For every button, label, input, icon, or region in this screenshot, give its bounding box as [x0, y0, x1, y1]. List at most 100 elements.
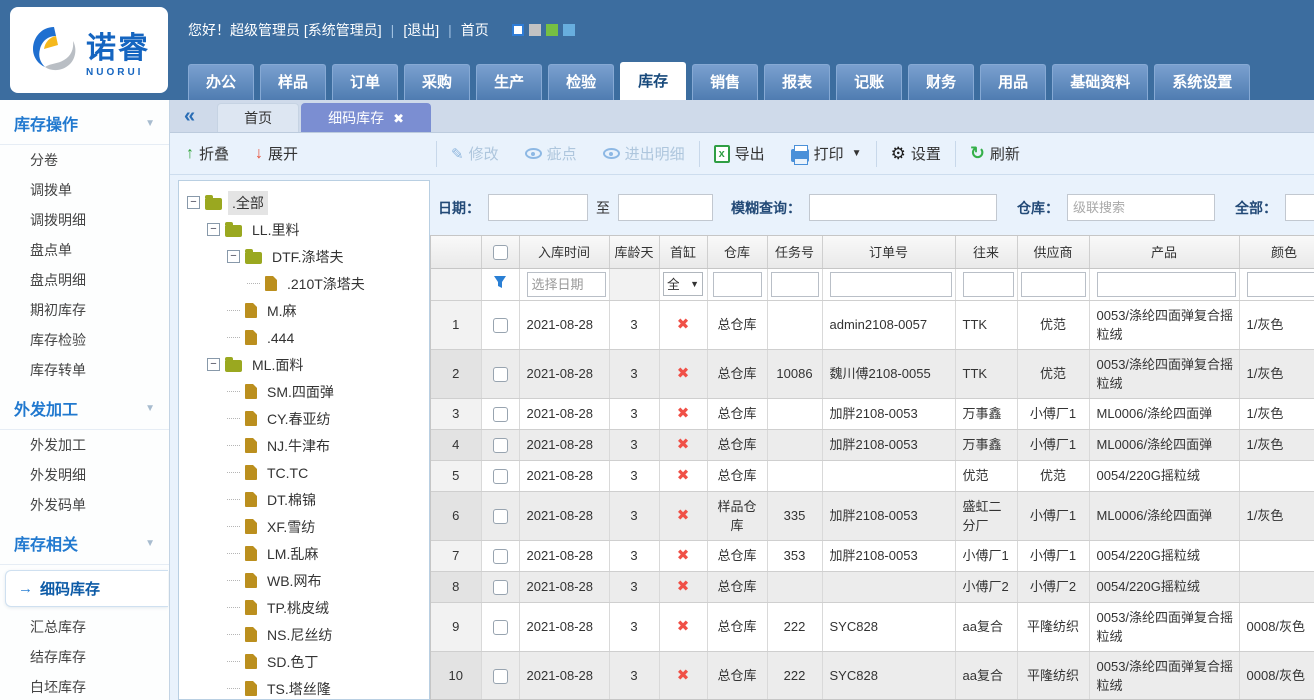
nav-tab-14[interactable]: 系统设置: [1154, 64, 1250, 100]
theme-swatch-icon[interactable]: [546, 24, 558, 36]
theme-swatch-icon[interactable]: [529, 24, 541, 36]
tree-node[interactable]: −ML.面料: [185, 351, 429, 378]
table-row[interactable]: 32021-08-283✖总仓库加胖2108-0053万事鑫小傅厂1ML0006…: [431, 398, 1314, 429]
table-row[interactable]: 102021-08-283✖总仓库222SYC828aa复合平隆纺织0053/涤…: [431, 651, 1314, 700]
sidebar-item[interactable]: 外发明细: [0, 460, 169, 490]
column-header-num[interactable]: [431, 236, 481, 268]
nav-tab-8[interactable]: 销售: [692, 64, 758, 100]
nav-tab-13[interactable]: 基础资料: [1052, 64, 1148, 100]
nav-tab-2[interactable]: 样品: [260, 64, 326, 100]
filter-funnel-icon[interactable]: [493, 275, 507, 294]
tab-ximakucun[interactable]: 细码库存 ✖: [301, 103, 431, 132]
theme-swatch-icon[interactable]: [563, 24, 575, 36]
tab-home[interactable]: 首页: [217, 103, 299, 132]
nav-tab-4[interactable]: 采购: [404, 64, 470, 100]
tree-node[interactable]: NJ.牛津布: [185, 432, 429, 459]
sidebar-item[interactable]: 分卷: [0, 145, 169, 175]
column-filter-input-task[interactable]: [771, 272, 819, 297]
column-header-date[interactable]: 入库时间: [519, 236, 609, 268]
sidebar-item-active[interactable]: →细码库存: [5, 570, 168, 607]
table-row[interactable]: 92021-08-283✖总仓库222SYC828aa复合平隆纺织0053/涤纶…: [431, 602, 1314, 651]
column-header-contact[interactable]: 往来: [955, 236, 1017, 268]
row-checkbox[interactable]: [493, 469, 508, 484]
nav-tab-5[interactable]: 生产: [476, 64, 542, 100]
edit-button[interactable]: ✎ 修改: [451, 143, 499, 164]
column-filter-input-contact[interactable]: [963, 272, 1014, 297]
sidebar-item[interactable]: 外发码单: [0, 490, 169, 520]
select-all-checkbox[interactable]: [493, 245, 508, 260]
nav-tab-1[interactable]: 办公: [188, 64, 254, 100]
row-checkbox[interactable]: [493, 438, 508, 453]
tree-expander-icon[interactable]: −: [227, 250, 240, 263]
column-header-wh[interactable]: 仓库: [707, 236, 767, 268]
tree-node[interactable]: LM.乱麻: [185, 540, 429, 567]
row-checkbox[interactable]: [493, 549, 508, 564]
tree-node[interactable]: DT.棉锦: [185, 486, 429, 513]
sidebar-item[interactable]: 库存转单: [0, 355, 169, 385]
export-button[interactable]: x 导出: [714, 143, 765, 164]
settings-button[interactable]: ⚙ 设置: [891, 143, 941, 164]
column-filter-input-color[interactable]: [1247, 272, 1314, 297]
tree-node[interactable]: M.麻: [185, 297, 429, 324]
sidebar-section-header[interactable]: 外发加工▼: [0, 385, 169, 430]
column-filter-input-order[interactable]: [830, 272, 952, 297]
nav-tab-7[interactable]: 库存: [620, 62, 686, 100]
sidebar-section-header[interactable]: 库存相关▼: [0, 520, 169, 565]
row-checkbox[interactable]: [493, 318, 508, 333]
date-to-input[interactable]: [618, 194, 713, 221]
tree-node[interactable]: SM.四面弹: [185, 378, 429, 405]
inout-detail-button[interactable]: 进出明细: [603, 143, 685, 164]
first-cylinder-select[interactable]: 全▼: [663, 272, 703, 296]
collapse-button[interactable]: ↑ 折叠: [186, 143, 229, 164]
column-header-task[interactable]: 任务号: [767, 236, 822, 268]
table-row[interactable]: 62021-08-283✖样品仓库335加胖2108-0053盛虹二分厂小傅厂1…: [431, 491, 1314, 540]
sidebar-item[interactable]: 外发加工: [0, 430, 169, 460]
row-checkbox[interactable]: [493, 620, 508, 635]
row-checkbox[interactable]: [493, 669, 508, 684]
column-header-color[interactable]: 颜色: [1239, 236, 1314, 268]
table-row[interactable]: 72021-08-283✖总仓库353加胖2108-0053小傅厂1小傅厂100…: [431, 540, 1314, 571]
tree-node[interactable]: −.全部: [185, 189, 429, 216]
tree-expander-icon[interactable]: −: [207, 358, 220, 371]
column-header-age[interactable]: 库龄天: [609, 236, 659, 268]
column-header-supplier[interactable]: 供应商: [1017, 236, 1089, 268]
home-link[interactable]: 首页: [461, 20, 489, 40]
column-filter-input-wh[interactable]: [713, 272, 762, 297]
row-checkbox[interactable]: [493, 407, 508, 422]
defect-button[interactable]: 疵点: [525, 143, 577, 164]
sidebar-item[interactable]: 盘点单: [0, 235, 169, 265]
tree-node[interactable]: .444: [185, 324, 429, 351]
tree-node[interactable]: CY.春亚纺: [185, 405, 429, 432]
tree-node[interactable]: XF.雪纺: [185, 513, 429, 540]
warehouse-search-input[interactable]: [1067, 194, 1215, 221]
tree-node[interactable]: .210T涤塔夫: [185, 270, 429, 297]
sidebar-item[interactable]: 汇总库存: [0, 612, 169, 642]
nav-tab-12[interactable]: 用品: [980, 64, 1046, 100]
tree-node[interactable]: −LL.里料: [185, 216, 429, 243]
column-header-product[interactable]: 产品: [1089, 236, 1239, 268]
table-row[interactable]: 52021-08-283✖总仓库优范优范0054/220G摇粒绒: [431, 460, 1314, 491]
column-header-first[interactable]: 首缸: [659, 236, 707, 268]
all-input[interactable]: [1285, 194, 1314, 221]
refresh-button[interactable]: ↻ 刷新: [970, 143, 1020, 164]
nav-tab-10[interactable]: 记账: [836, 64, 902, 100]
table-row[interactable]: 22021-08-283✖总仓库10086魏川傅2108-0055TTK优范00…: [431, 349, 1314, 398]
table-row[interactable]: 12021-08-283✖总仓库admin2108-0057TTK优范0053/…: [431, 300, 1314, 349]
row-checkbox[interactable]: [493, 509, 508, 524]
tree-node[interactable]: −DTF.涤塔夫: [185, 243, 429, 270]
column-filter-input-supplier[interactable]: [1021, 272, 1086, 297]
fuzzy-search-input[interactable]: [809, 194, 997, 221]
table-row[interactable]: 82021-08-283✖总仓库小傅厂2小傅厂20054/220G摇粒绒: [431, 571, 1314, 602]
column-filter-input-product[interactable]: [1097, 272, 1236, 297]
tree-node[interactable]: TP.桃皮绒: [185, 594, 429, 621]
sidebar-item[interactable]: 调拨明细: [0, 205, 169, 235]
collapse-sidebar-icon[interactable]: «: [184, 105, 195, 128]
expand-button[interactable]: ↓ 展开: [255, 143, 298, 164]
nav-tab-9[interactable]: 报表: [764, 64, 830, 100]
print-button[interactable]: 打印 ▼: [791, 143, 862, 164]
logout-link[interactable]: [退出]: [403, 20, 439, 40]
close-tab-icon[interactable]: ✖: [393, 104, 404, 133]
tree-node[interactable]: SD.色丁: [185, 648, 429, 675]
sidebar-item[interactable]: 结存库存: [0, 642, 169, 672]
tree-node[interactable]: TS.塔丝隆: [185, 675, 429, 700]
